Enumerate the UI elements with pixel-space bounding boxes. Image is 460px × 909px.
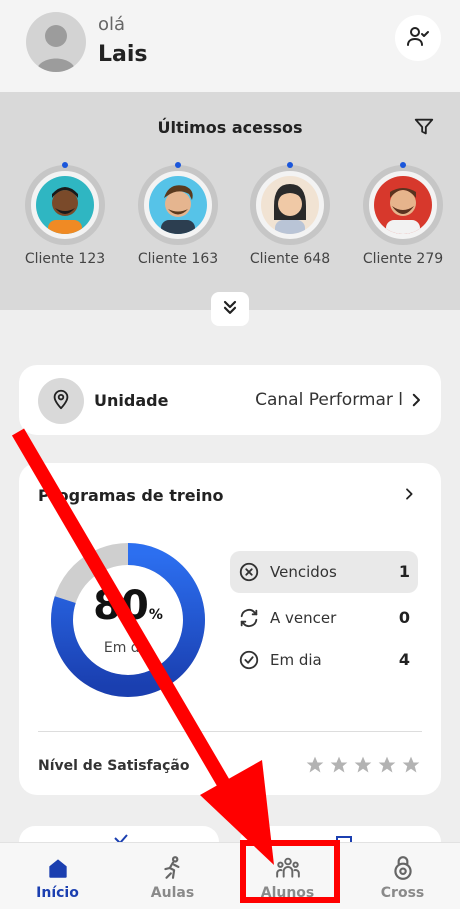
client-label: Cliente 279 xyxy=(362,251,444,267)
nav-item-aulas[interactable]: Aulas xyxy=(115,843,230,909)
recent-access-section: Últimos acessos Cliente 123 Cliente 163 … xyxy=(0,92,460,326)
nav-item-inicio[interactable]: Início xyxy=(0,843,115,909)
nav-label: Início xyxy=(36,885,79,901)
bottom-navigation: Início Aulas Alunos Cross xyxy=(0,842,460,909)
donut-percent-value: 80 xyxy=(93,583,149,629)
star-icon[interactable] xyxy=(401,755,421,775)
chevron-right-icon xyxy=(407,391,425,413)
stat-expiring[interactable]: A vencer 0 xyxy=(230,597,418,639)
star-icon[interactable] xyxy=(377,755,397,775)
refresh-icon xyxy=(238,607,260,633)
recent-access-title: Últimos acessos xyxy=(157,118,303,137)
client-label: Cliente 123 xyxy=(24,251,106,267)
satisfaction-label: Nível de Satisfação xyxy=(38,758,190,774)
location-icon-circle xyxy=(38,378,84,424)
stat-value: 1 xyxy=(398,562,410,581)
satisfaction-stars[interactable] xyxy=(305,755,421,775)
donut-percent: 80% xyxy=(45,583,211,629)
client-item[interactable]: Cliente 163 xyxy=(123,162,233,267)
star-icon[interactable] xyxy=(305,755,325,775)
client-item[interactable]: Cliente 279 xyxy=(348,162,458,267)
client-label: Cliente 648 xyxy=(249,251,331,267)
double-chevron-down-icon xyxy=(220,297,240,321)
nav-item-cross[interactable]: Cross xyxy=(345,843,460,909)
star-icon[interactable] xyxy=(329,755,349,775)
greeting-text: olá xyxy=(98,14,126,35)
donut-caption: Em dia xyxy=(103,640,153,656)
client-avatar xyxy=(36,176,94,234)
client-avatar xyxy=(374,176,432,234)
stat-value: 4 xyxy=(398,650,410,669)
profile-button[interactable] xyxy=(395,15,441,61)
expand-button[interactable] xyxy=(211,292,249,326)
client-avatar-ring xyxy=(138,162,218,245)
filter-icon[interactable] xyxy=(413,116,435,142)
stat-up-to-date[interactable]: Em dia 4 xyxy=(230,639,418,681)
client-avatar xyxy=(261,176,319,234)
x-circle-icon xyxy=(238,561,260,587)
stat-value: 0 xyxy=(398,608,410,627)
training-programs-card: Programas de treino 80% Em dia Vencidos … xyxy=(19,463,441,795)
programs-title: Programas de treino xyxy=(38,486,224,505)
client-avatar-ring xyxy=(363,162,443,245)
client-avatar-ring xyxy=(25,162,105,245)
unit-card[interactable]: Unidade Canal Performar l xyxy=(19,365,441,435)
chevron-right-icon[interactable] xyxy=(401,486,417,506)
header: olá Lais xyxy=(0,0,460,92)
client-item[interactable]: Cliente 648 xyxy=(235,162,345,267)
kettlebell-icon xyxy=(390,855,416,881)
unit-label: Unidade xyxy=(94,391,169,410)
unit-value: Canal Performar l xyxy=(255,390,403,410)
stat-label: Vencidos xyxy=(270,563,337,581)
stat-label: Em dia xyxy=(270,651,322,669)
user-check-icon xyxy=(406,24,430,52)
user-name: Lais xyxy=(98,42,148,67)
stat-expired[interactable]: Vencidos 1 xyxy=(230,551,418,593)
nav-label: Cross xyxy=(380,885,425,901)
star-icon[interactable] xyxy=(353,755,373,775)
check-circle-icon xyxy=(238,649,260,675)
stat-label: A vencer xyxy=(270,609,337,627)
client-item[interactable]: Cliente 123 xyxy=(10,162,120,267)
runner-icon xyxy=(160,855,186,881)
annotation-highlight-box xyxy=(240,840,340,903)
home-icon xyxy=(45,855,71,881)
avatar[interactable] xyxy=(26,12,86,72)
nav-label: Aulas xyxy=(150,885,195,901)
divider xyxy=(38,731,422,732)
location-pin-icon xyxy=(50,388,72,414)
client-label: Cliente 163 xyxy=(137,251,219,267)
client-avatar xyxy=(149,176,207,234)
client-avatar-ring xyxy=(250,162,330,245)
donut-percent-symbol: % xyxy=(148,607,163,623)
